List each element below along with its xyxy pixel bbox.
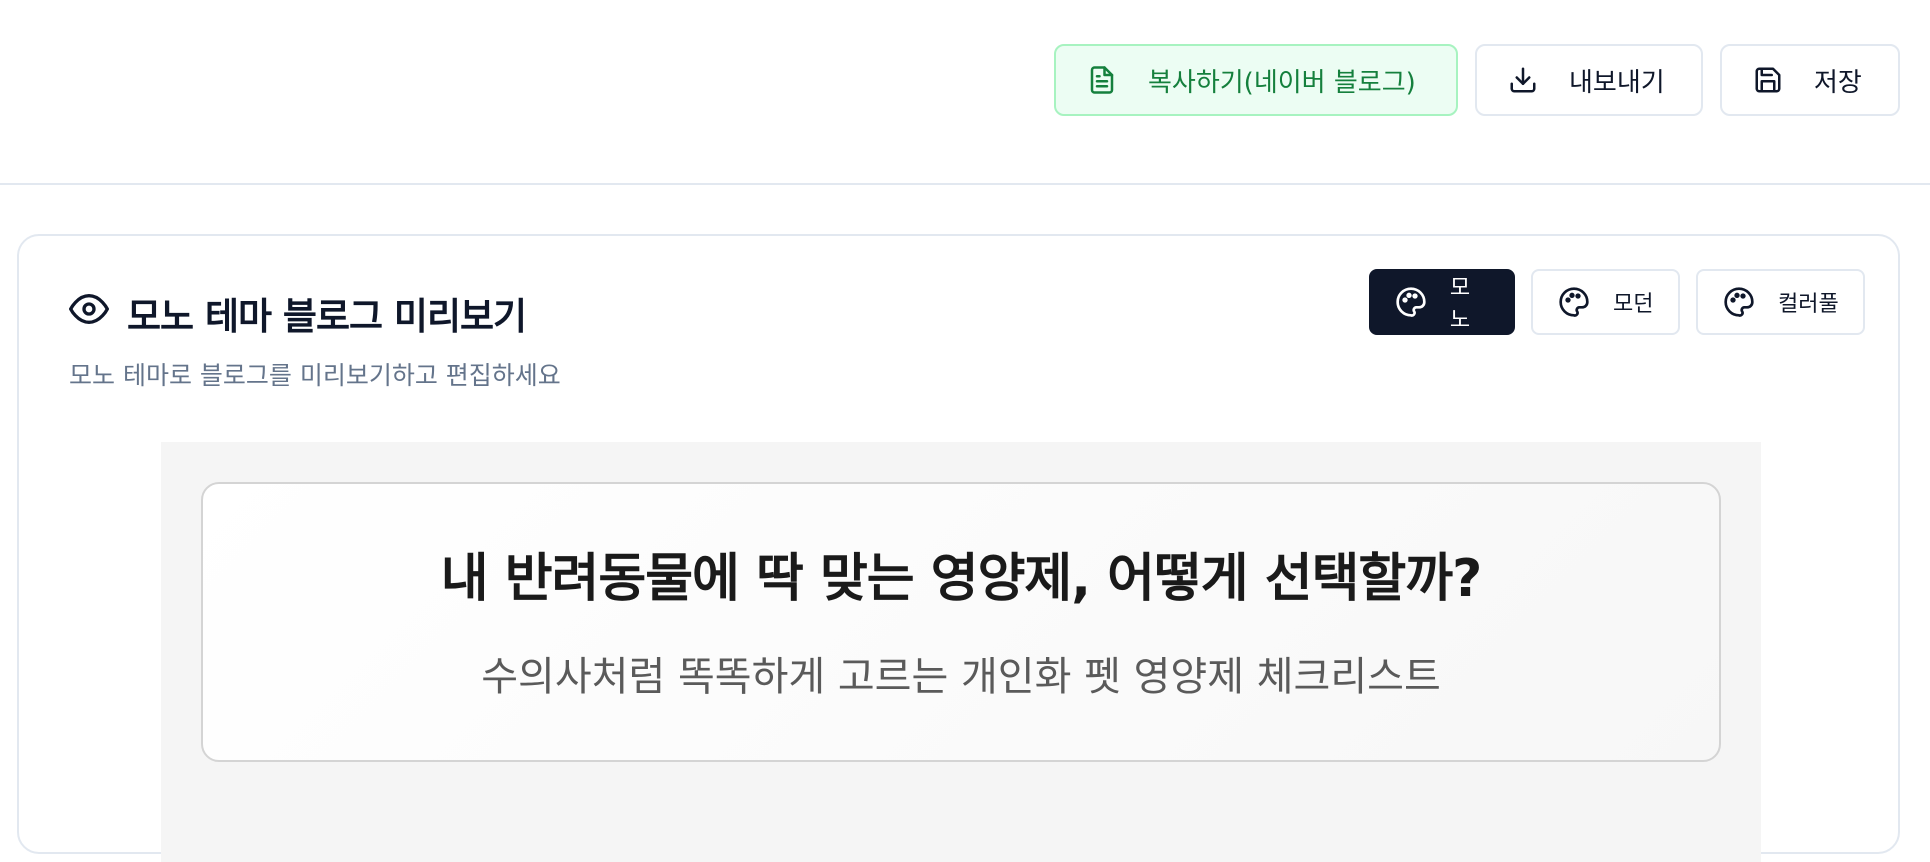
card-subtitle: 모노 테마로 블로그를 미리보기하고 편집하세요 [69, 361, 561, 390]
copy-naver-blog-button[interactable]: 복사하기(네이버 블로그) [1054, 44, 1458, 116]
theme-colorful-button[interactable]: 컬러풀 [1696, 269, 1865, 335]
theme-colorful-label: 컬러풀 [1778, 292, 1839, 317]
save-button-label: 저장 [1814, 67, 1862, 98]
theme-modern-button[interactable]: 모던 [1531, 269, 1680, 335]
export-button[interactable]: 내보내기 [1475, 44, 1703, 116]
file-text-icon [1086, 64, 1118, 96]
save-icon [1752, 64, 1784, 96]
toolbar-actions: 복사하기(네이버 블로그) 내보내기 저장 [1054, 44, 1900, 116]
export-button-label: 내보내기 [1569, 67, 1665, 98]
theme-mono-button[interactable]: 모노 [1369, 269, 1515, 335]
palette-icon [1722, 285, 1756, 319]
theme-selector: 모노 모던 컬러풀 [1369, 269, 1865, 335]
palette-icon [1395, 285, 1428, 319]
top-toolbar: 복사하기(네이버 블로그) 내보내기 저장 [0, 0, 1930, 185]
save-button[interactable]: 저장 [1720, 44, 1900, 116]
card-title: 모노 테마 블로그 미리보기 [69, 286, 527, 340]
blog-title[interactable]: 내 반려동물에 딱 맞는 영양제, 어떻게 선택할까? [203, 536, 1719, 611]
download-icon [1507, 64, 1539, 96]
copy-button-label: 복사하기(네이버 블로그) [1148, 67, 1416, 98]
blog-subtitle[interactable]: 수의사처럼 똑똑하게 고르는 개인화 펫 영양제 체크리스트 [203, 644, 1719, 702]
blog-preview-area: 내 반려동물에 딱 맞는 영양제, 어떻게 선택할까? 수의사처럼 똑똑하게 고… [161, 442, 1761, 862]
palette-icon [1557, 285, 1591, 319]
blog-hero[interactable]: 내 반려동물에 딱 맞는 영양제, 어떻게 선택할까? 수의사처럼 똑똑하게 고… [201, 482, 1721, 762]
theme-mono-label: 모노 [1449, 276, 1471, 333]
theme-modern-label: 모던 [1613, 292, 1654, 317]
eye-icon [69, 289, 110, 338]
preview-card: 모노 테마 블로그 미리보기 모노 테마로 블로그를 미리보기하고 편집하세요 … [17, 234, 1900, 862]
card-title-text: 모노 테마 블로그 미리보기 [127, 295, 527, 338]
